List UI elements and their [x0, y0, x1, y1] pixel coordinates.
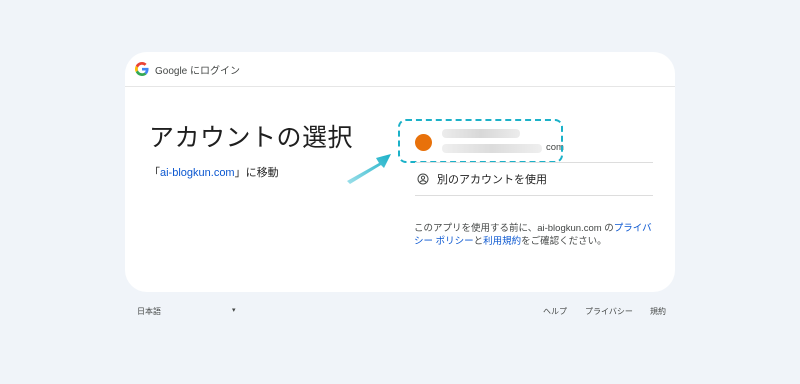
continue-bracket-open: 「	[149, 167, 160, 179]
signin-card: Google にログイン アカウントの選択 「ai-blogkun.com」に移…	[125, 52, 675, 292]
page-title: アカウントの選択	[149, 124, 354, 152]
account-circle-icon	[417, 173, 429, 185]
use-another-account-button[interactable]: 別のアカウントを使用	[415, 170, 547, 188]
google-logo-icon	[135, 62, 149, 76]
privacy-and: と	[473, 236, 484, 247]
pointer-arrow-icon	[347, 154, 391, 184]
footer-privacy-link[interactable]: プライバシー	[585, 306, 633, 317]
highlight-frame	[398, 119, 563, 163]
chevron-down-icon[interactable]: ▾	[232, 306, 236, 314]
privacy-text-1: このアプリを使用する前に、ai-blogkun.com の	[414, 223, 614, 234]
page: Google にログイン アカウントの選択 「ai-blogkun.com」に移…	[0, 0, 800, 384]
card-header: Google にログイン	[125, 52, 675, 87]
use-another-account-label: 別のアカウントを使用	[437, 174, 547, 186]
continue-to-line: 「ai-blogkun.com」に移動	[149, 164, 279, 180]
footer-help-link[interactable]: ヘルプ	[543, 306, 567, 317]
footer: 日本語 ▾ ヘルプ プライバシー 規約	[0, 306, 800, 320]
privacy-notice: このアプリを使用する前に、ai-blogkun.com のプライバシー ポリシー…	[414, 222, 659, 248]
app-domain-link[interactable]: ai-blogkun.com	[160, 167, 235, 179]
footer-terms-link[interactable]: 規約	[650, 306, 666, 317]
header-title: Google にログイン	[155, 65, 241, 77]
divider	[415, 162, 653, 163]
terms-link[interactable]: 利用規約	[483, 236, 521, 247]
privacy-text-2: をご確認ください。	[521, 236, 607, 247]
continue-suffix: 」に移動	[234, 167, 279, 179]
divider	[415, 195, 653, 196]
language-selector[interactable]: 日本語	[137, 306, 161, 317]
